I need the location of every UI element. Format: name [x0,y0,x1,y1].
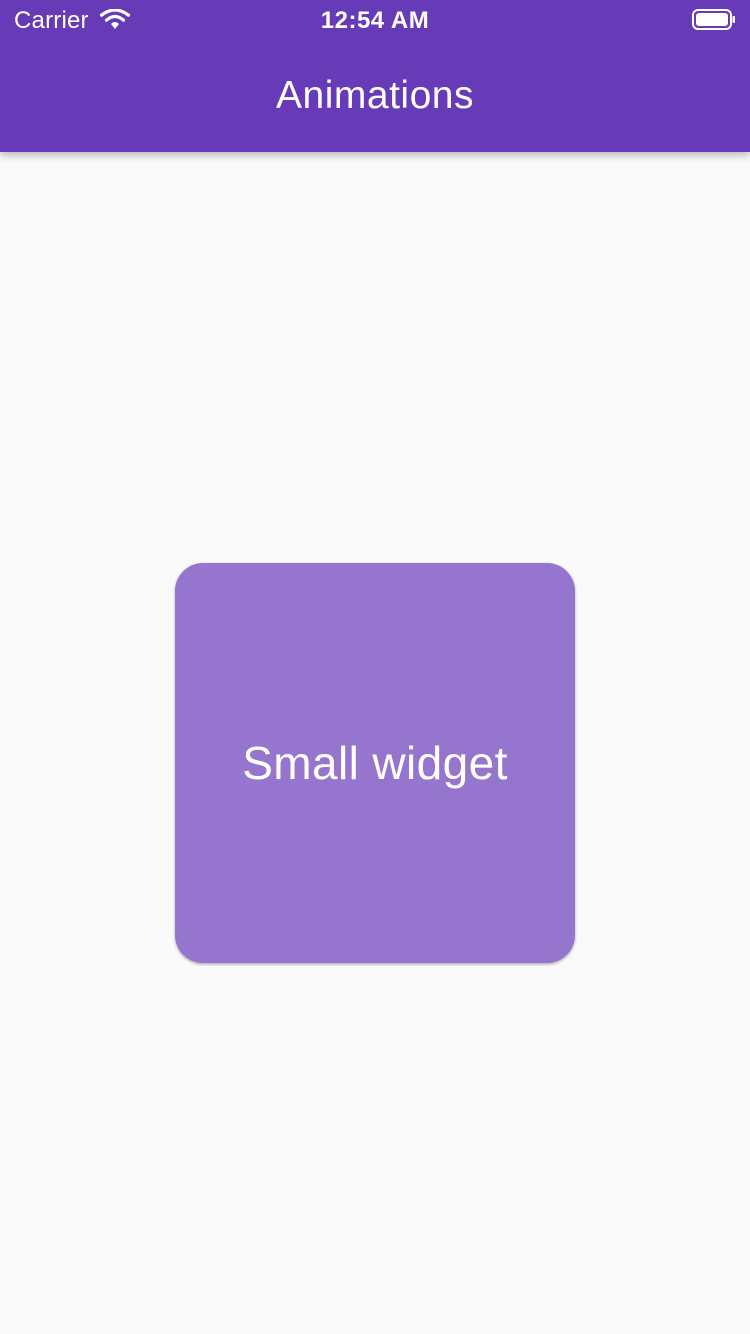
small-widget-card[interactable]: Small widget [175,563,575,963]
small-widget-label: Small widget [242,737,508,789]
battery-icon [692,9,735,30]
status-bar: Carrier 12:54 AM [0,0,750,40]
page-title: Animations [276,74,474,117]
status-time: 12:54 AM [320,7,430,34]
app-bar: Carrier 12:54 AM Animations [0,0,750,152]
screen: Carrier 12:54 AM Animations Small widget [0,0,750,1334]
